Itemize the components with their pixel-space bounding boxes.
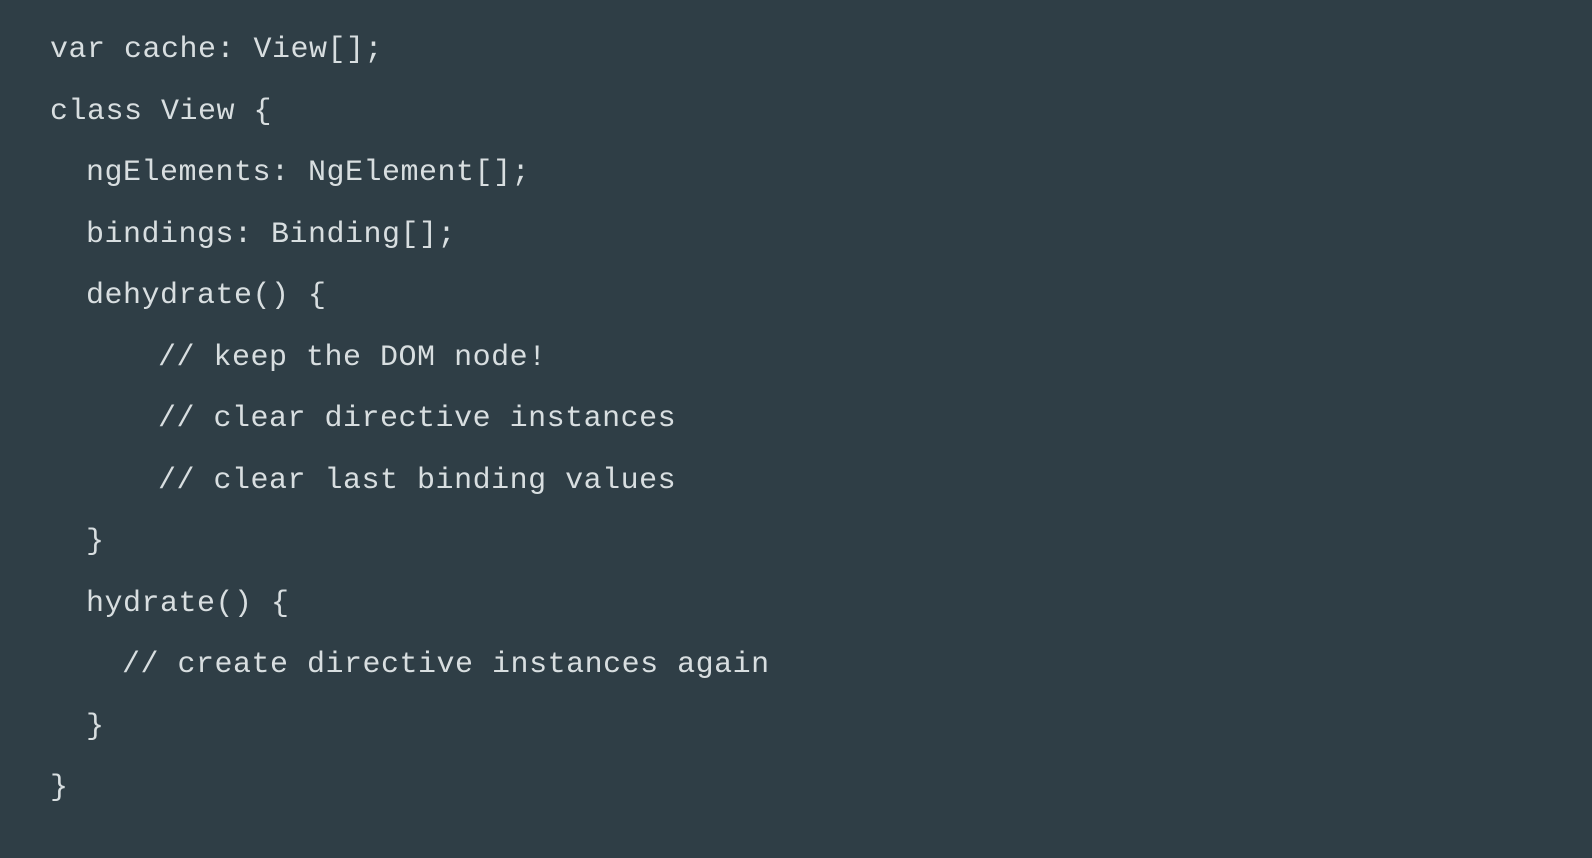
code-line: dehydrate() { <box>50 266 1542 328</box>
code-line: } <box>50 697 1542 759</box>
code-line: hydrate() { <box>50 574 1542 636</box>
code-line: // create directive instances again <box>50 635 1542 697</box>
code-line: ngElements: NgElement[]; <box>50 143 1542 205</box>
code-line: class View { <box>50 82 1542 144</box>
code-block: var cache: View[];class View {ngElements… <box>50 20 1542 820</box>
code-line: var cache: View[]; <box>50 20 1542 82</box>
code-line: } <box>50 758 1542 820</box>
code-line: } <box>50 512 1542 574</box>
code-line: // keep the DOM node! <box>50 328 1542 390</box>
code-line: // clear last binding values <box>50 451 1542 513</box>
code-line: // clear directive instances <box>50 389 1542 451</box>
code-line: bindings: Binding[]; <box>50 205 1542 267</box>
